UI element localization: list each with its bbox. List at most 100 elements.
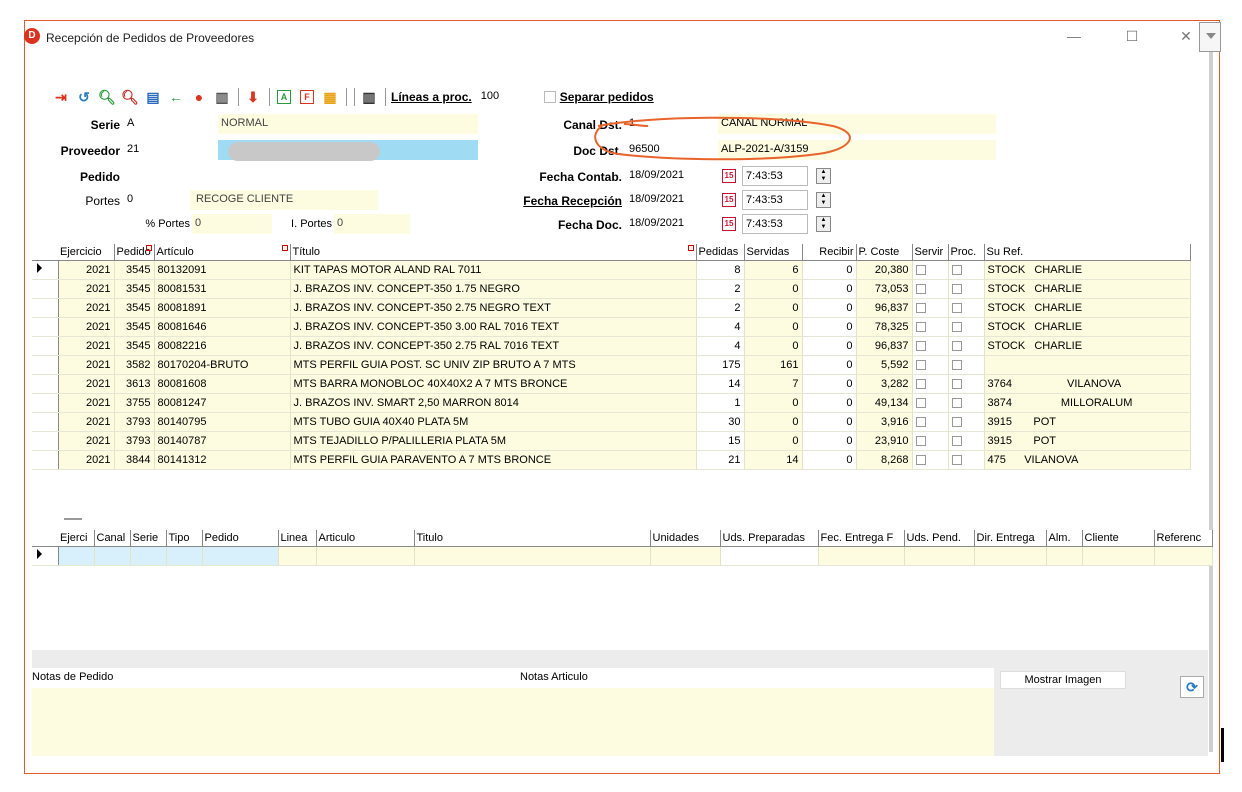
time-spinner[interactable]: ▲ ▼ <box>816 216 831 232</box>
detail-col-header[interactable]: Serie <box>130 530 167 547</box>
checkbox[interactable] <box>915 302 926 313</box>
table-row[interactable]: 2021 3755 80081247 J. BRAZOS INV. SMART 2,5… <box>32 393 1191 413</box>
col-servidas[interactable]: Servidas <box>744 244 803 261</box>
calendar-icon[interactable]: 15 <box>722 217 736 231</box>
i-portes-input[interactable]: 0 <box>334 214 410 234</box>
back-arrow-icon[interactable]: ← <box>167 88 185 106</box>
detail-col-header[interactable]: Tipo <box>166 530 203 547</box>
detail-cell[interactable] <box>1082 546 1155 566</box>
cell-proc-checkbox[interactable] <box>948 393 985 413</box>
a-box-icon[interactable]: A <box>275 88 293 106</box>
detail-col-header[interactable]: Alm. <box>1046 530 1083 547</box>
table-row[interactable]: 2021 3844 80141312 MTS PERFIL GUIA PARAVENT… <box>32 450 1191 470</box>
detail-cell[interactable] <box>650 546 721 566</box>
calendar-icon[interactable]: 15 <box>722 193 736 207</box>
zoom-icon[interactable]: ⟳ <box>1180 676 1204 698</box>
pedido-input[interactable] <box>124 166 216 186</box>
col-pedidas[interactable]: Pedidas <box>696 244 745 261</box>
portes-input[interactable]: 0 <box>124 190 188 210</box>
detail-col-header[interactable]: Titulo <box>414 530 651 547</box>
checkbox[interactable] <box>915 321 926 332</box>
table-row[interactable]: 2021 3545 80132091 KIT TAPAS MOTOR ALAND RA… <box>32 260 1191 280</box>
checkbox[interactable] <box>951 359 962 370</box>
cell-servir-checkbox[interactable] <box>912 317 949 337</box>
checkbox[interactable] <box>915 454 926 465</box>
detail-col-header[interactable]: Uds. Preparadas <box>720 530 819 547</box>
detail-cell[interactable] <box>904 546 975 566</box>
clipboard-icon[interactable]: ▥ <box>213 88 231 106</box>
checkbox[interactable] <box>915 378 926 389</box>
checkbox[interactable] <box>915 283 926 294</box>
detail-cell[interactable] <box>1154 546 1213 566</box>
detail-col-header[interactable]: Cliente <box>1082 530 1155 547</box>
detail-col-header[interactable]: Canal <box>94 530 131 547</box>
col-su-ref[interactable]: Su Ref. <box>984 244 1191 261</box>
lineas-input[interactable]: 100 <box>477 87 522 107</box>
detail-col-header[interactable]: Linea <box>278 530 317 547</box>
cell-proc-checkbox[interactable] <box>948 374 985 394</box>
table-row[interactable]: 2021 3545 80082216 J. BRAZOS INV. CONCEPT-3… <box>32 336 1191 356</box>
fecha-recepcion-time[interactable]: 7:43:53 <box>742 190 808 210</box>
table-row[interactable]: 2021 3582 80170204-BRUTO MTS PERFIL GUIA PO… <box>32 355 1191 375</box>
minimize-button[interactable]: — <box>1064 28 1084 44</box>
cell-proc-checkbox[interactable] <box>948 260 985 280</box>
detail-cell[interactable] <box>58 546 95 566</box>
close-button[interactable]: ✕ <box>1176 28 1196 44</box>
detail-col-header[interactable]: Pedido <box>202 530 279 547</box>
pct-portes-input[interactable]: 0 <box>192 214 272 234</box>
table-row[interactable]: 2021 3545 80081646 J. BRAZOS INV. CONCEPT-3… <box>32 317 1191 337</box>
cell-servir-checkbox[interactable] <box>912 450 949 470</box>
cell-servir-checkbox[interactable] <box>912 431 949 451</box>
checkbox[interactable] <box>915 416 926 427</box>
mostrar-imagen-button[interactable]: Mostrar Imagen <box>1000 671 1126 689</box>
col-titulo[interactable]: Título <box>290 244 697 261</box>
cell-servir-checkbox[interactable] <box>912 393 949 413</box>
col-servir[interactable]: Servir <box>912 244 949 261</box>
checkbox[interactable] <box>915 264 926 275</box>
splitter-handle[interactable] <box>64 518 82 520</box>
fecha-contab-time[interactable]: 7:43:53 <box>742 166 808 186</box>
vertical-scrollbar[interactable] <box>1209 52 1213 752</box>
detail-cell[interactable] <box>316 546 415 566</box>
separar-checkbox[interactable] <box>543 91 556 103</box>
cell-servir-checkbox[interactable] <box>912 355 949 375</box>
cell-servir-checkbox[interactable] <box>912 260 949 280</box>
detail-cell[interactable] <box>130 546 167 566</box>
cell-servir-checkbox[interactable] <box>912 412 949 432</box>
checkbox[interactable] <box>951 340 962 351</box>
detail-col-header[interactable]: Dir. Entrega <box>974 530 1047 547</box>
col-ejercicio[interactable]: Ejercicio <box>58 244 115 261</box>
detail-cell[interactable] <box>414 546 651 566</box>
cell-servir-checkbox[interactable] <box>912 298 949 318</box>
checkbox[interactable] <box>915 340 926 351</box>
detail-col-header[interactable]: Articulo <box>316 530 415 547</box>
checkbox[interactable] <box>915 435 926 446</box>
checkbox[interactable] <box>951 397 962 408</box>
detail-cell[interactable] <box>202 546 279 566</box>
col-pedido[interactable]: Pedido <box>114 244 155 261</box>
detail-col-header[interactable]: Fec. Entrega F <box>818 530 905 547</box>
detail-col-header[interactable]: Unidades <box>650 530 721 547</box>
detail-col-header[interactable]: Referenc <box>1154 530 1213 547</box>
detail-cell[interactable] <box>1046 546 1083 566</box>
fecha-doc-date[interactable]: 18/09/2021 <box>626 214 716 234</box>
col-proc[interactable]: Proc. <box>948 244 985 261</box>
detail-empty-row[interactable] <box>32 546 1213 566</box>
checkbox[interactable] <box>951 454 962 465</box>
checkbox[interactable] <box>951 416 962 427</box>
checkbox[interactable] <box>951 302 962 313</box>
search-alt-icon[interactable]: 🔍︎ <box>121 88 139 106</box>
cell-proc-checkbox[interactable] <box>948 355 985 375</box>
checkbox[interactable] <box>951 283 962 294</box>
col-recibir[interactable]: Recibir <box>802 244 857 261</box>
maximize-button[interactable]: ☐ <box>1122 28 1142 44</box>
cell-proc-checkbox[interactable] <box>948 412 985 432</box>
detail-cell[interactable] <box>720 546 819 566</box>
proveedor-input[interactable]: 21 <box>124 140 216 160</box>
checkbox[interactable] <box>915 397 926 408</box>
cell-proc-checkbox[interactable] <box>948 431 985 451</box>
notas-textarea[interactable] <box>32 688 994 756</box>
columns-icon[interactable]: ▥ <box>360 88 378 106</box>
col-articulo[interactable]: Artículo <box>154 244 291 261</box>
search-icon[interactable]: 🔍︎ <box>98 88 116 106</box>
